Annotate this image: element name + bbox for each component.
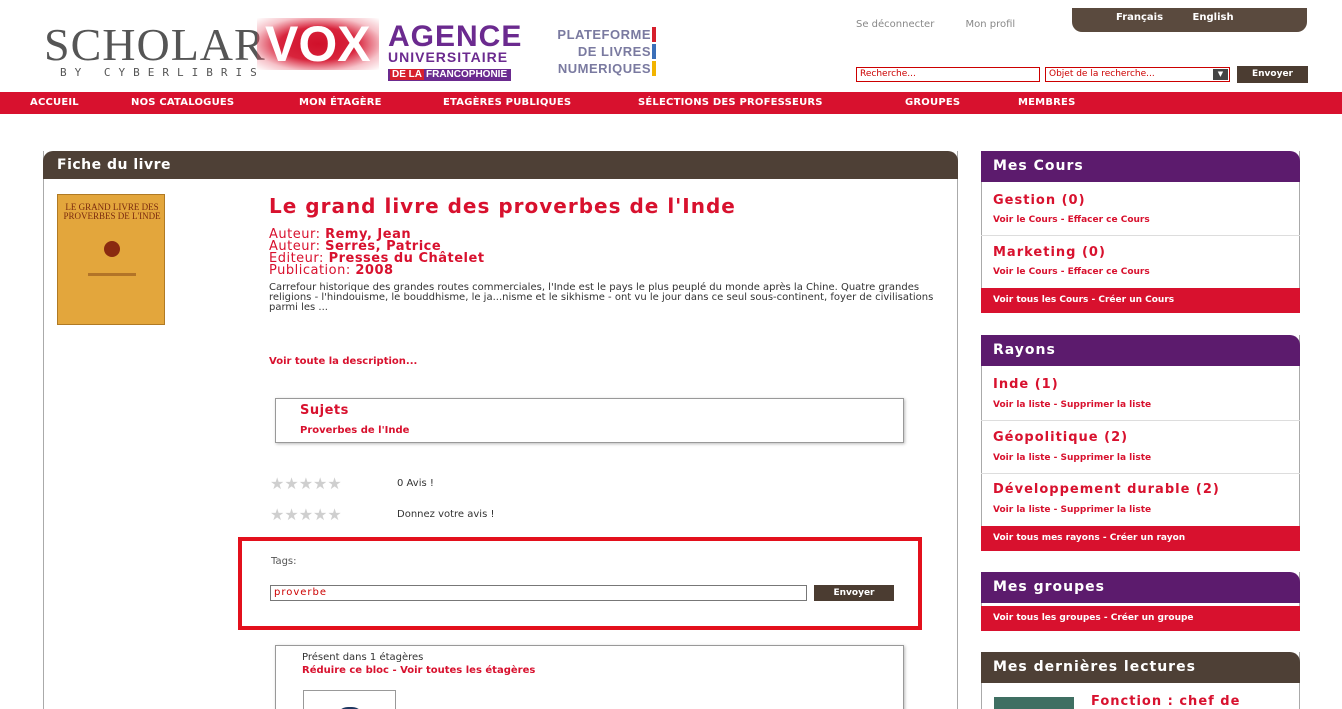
nav-mon-etagere[interactable]: MON ÉTAGÈRE — [299, 97, 382, 108]
reading-item-title[interactable]: Fonction : chef de — [1091, 694, 1240, 709]
course-item[interactable]: Gestion (0) — [993, 193, 1086, 208]
book-panel-title: Fiche du livre — [43, 151, 958, 179]
search-button[interactable]: Envoyer — [1237, 66, 1308, 83]
publication-year: 2008 — [355, 263, 394, 278]
rayon-item[interactable]: Développement durable (2) — [993, 482, 1220, 497]
rating-stars-icon: ★★★★★ — [270, 474, 342, 493]
subjects-box — [275, 398, 904, 443]
logo-scholar[interactable]: SCHOLAR — [44, 22, 266, 68]
rayon-links[interactable]: Voir la liste - Supprimer la liste — [993, 400, 1151, 410]
main-nav: ACCUEIL NOS CATALOGUES MON ÉTAGÈRE ETAGÈ… — [0, 92, 1342, 114]
lang-en-link[interactable]: English — [1193, 12, 1234, 23]
logo-vox[interactable]: VOX — [257, 18, 379, 70]
course-item[interactable]: Marketing (0) — [993, 245, 1106, 260]
courses-title: Mes Cours — [981, 151, 1300, 182]
course-links[interactable]: Voir le Cours - Effacer ce Cours — [993, 215, 1150, 225]
logout-link[interactable]: Se déconnecter — [856, 19, 934, 30]
reading-thumbnail[interactable] — [994, 697, 1074, 709]
cover-title: LE GRAND LIVRE DES PROVERBES DE L'INDE — [63, 202, 161, 221]
groups-title: Mes groupes — [981, 572, 1300, 603]
search-type-label: Objet de la recherche... — [1049, 69, 1155, 79]
divider — [981, 473, 1300, 474]
auf-line3-name: FRANCOPHONIE — [424, 69, 510, 80]
search-input[interactable]: Recherche... — [856, 67, 1040, 82]
nav-selections-professeurs[interactable]: SÉLECTIONS DES PROFESSEURS — [638, 97, 823, 108]
highlight-frame — [238, 537, 922, 630]
nav-accueil[interactable]: ACCUEIL — [30, 97, 79, 108]
auf-line1: AGENCE — [388, 20, 523, 53]
platform-line: PLATEFORME — [557, 27, 651, 42]
rayon-item[interactable]: Géopolitique (2) — [993, 430, 1128, 445]
subjects-title: Sujets — [300, 403, 349, 418]
auf-line2: UNIVERSITAIRE — [388, 49, 509, 65]
divider — [981, 420, 1300, 421]
course-links[interactable]: Voir le Cours - Effacer ce Cours — [993, 267, 1150, 277]
courses-footer-links[interactable]: Voir tous les Cours - Créer un Cours — [981, 288, 1300, 313]
rating-count: 0 Avis ! — [397, 478, 434, 489]
chevron-down-icon[interactable]: ▼ — [1213, 69, 1228, 80]
subject-link[interactable]: Proverbes de l'Inde — [300, 425, 409, 436]
publication-line: Publication: 2008 — [269, 264, 394, 277]
platform-bar — [652, 27, 656, 42]
book-cover-image[interactable]: LE GRAND LIVRE DES PROVERBES DE L'INDE — [57, 194, 165, 325]
book-description: Carrefour historique des grandes routes … — [269, 282, 934, 313]
book-title: Le grand livre des proverbes de l'Inde — [269, 194, 736, 218]
auf-logo: AGENCE UNIVERSITAIRE DE LA FRANCOPHONIE — [388, 20, 523, 82]
platform-bar — [652, 44, 656, 59]
shelf-thumbnail[interactable] — [303, 690, 396, 709]
rayon-links[interactable]: Voir la liste - Supprimer la liste — [993, 505, 1151, 515]
rayons-title: Rayons — [981, 335, 1300, 366]
nav-membres[interactable]: MEMBRES — [1018, 97, 1076, 108]
logo-byline: BY CYBERLIBRIS — [60, 66, 265, 79]
rayon-links[interactable]: Voir la liste - Supprimer la liste — [993, 453, 1151, 463]
rayons-footer-links[interactable]: Voir tous mes rayons - Créer un rayon — [981, 526, 1300, 551]
shelves-links[interactable]: Réduire ce bloc - Voir toutes les étagèr… — [302, 665, 535, 676]
nav-etageres-publiques[interactable]: ETAGÈRES PUBLIQUES — [443, 97, 571, 108]
auf-line3: DE LA FRANCOPHONIE — [388, 69, 512, 81]
language-switcher: Français English — [1072, 8, 1307, 32]
cover-emblem — [104, 241, 120, 257]
platform-bar — [652, 61, 656, 76]
platform-label: PLATEFORME DE LIVRES NUMERIQUES — [533, 26, 656, 77]
profile-link[interactable]: Mon profil — [966, 19, 1016, 30]
cover-rule — [88, 273, 136, 276]
groups-footer-links[interactable]: Voir tous les groupes - Créer un groupe — [981, 606, 1300, 631]
rate-stars-icon[interactable]: ★★★★★ — [270, 507, 342, 523]
lang-fr-link[interactable]: Français — [1116, 12, 1163, 23]
full-description-link[interactable]: Voir toute la description... — [269, 356, 417, 367]
rating-prompt: Donnez votre avis ! — [397, 509, 495, 520]
shelves-count: Présent dans 1 étagères — [302, 652, 424, 663]
publication-label: Publication: — [269, 263, 351, 278]
nav-groupes[interactable]: GROUPES — [905, 97, 960, 108]
site-header: SCHOLAR VOX BY CYBERLIBRIS AGENCE UNIVER… — [0, 0, 1342, 92]
search-type-select[interactable]: Objet de la recherche... ▼ — [1045, 67, 1230, 82]
divider — [981, 235, 1300, 236]
platform-line: NUMERIQUES — [557, 61, 651, 76]
readings-title: Mes dernières lectures — [981, 652, 1300, 683]
account-links: Se déconnecter Mon profil — [856, 19, 1043, 30]
auf-line3-prefix: DE LA — [390, 69, 424, 80]
nav-catalogues[interactable]: NOS CATALOGUES — [131, 97, 234, 108]
platform-line: DE LIVRES — [577, 44, 651, 59]
rayon-item[interactable]: Inde (1) — [993, 377, 1059, 392]
